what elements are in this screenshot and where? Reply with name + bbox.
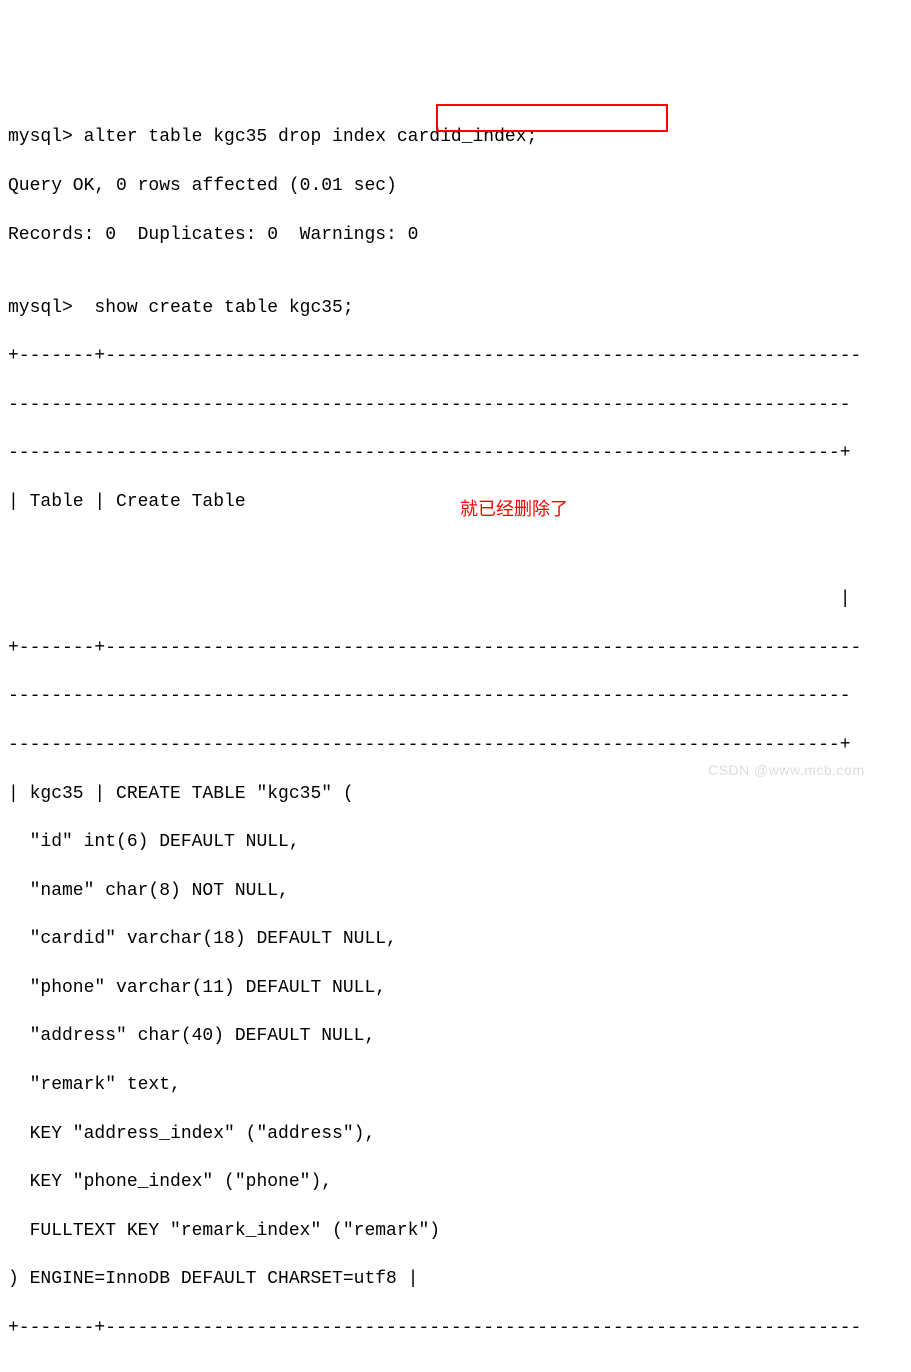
separator: ----------------------------------------…	[8, 393, 903, 417]
annotation-text: 就已经删除了	[460, 497, 568, 521]
create-table-line: ) ENGINE=InnoDB DEFAULT CHARSET=utf8 |	[8, 1267, 903, 1291]
separator: +-------+-------------------------------…	[8, 1316, 903, 1340]
create-table-line: "cardid" varchar(18) DEFAULT NULL,	[8, 927, 903, 951]
separator: ----------------------------------------…	[8, 733, 903, 757]
create-table-line: KEY "phone_index" ("phone"),	[8, 1170, 903, 1194]
separator: ----------------------------------------…	[8, 441, 903, 465]
create-table-line: KEY "address_index" ("address"),	[8, 1122, 903, 1146]
watermark-text: CSDN @www.mcb.com	[708, 761, 865, 780]
separator: ----------------------------------------…	[8, 684, 903, 708]
header-pipe: |	[8, 587, 903, 611]
prompt: mysql>	[8, 298, 73, 318]
create-table-line: | kgc35 | CREATE TABLE "kgc35" (	[8, 782, 903, 806]
create-table-line: "address" char(40) DEFAULT NULL,	[8, 1024, 903, 1048]
result-line: Query OK, 0 rows affected (0.01 sec)	[8, 174, 903, 198]
cmd2-text: show create table kgc35;	[73, 298, 354, 318]
cmd1-highlight: cardid_index;	[397, 127, 537, 147]
create-table-line: "phone" varchar(11) DEFAULT NULL,	[8, 976, 903, 1000]
separator: +-------+-------------------------------…	[8, 636, 903, 660]
cmd-line-2: mysql> show create table kgc35;	[8, 296, 903, 320]
create-table-line: "name" char(8) NOT NULL,	[8, 879, 903, 903]
table-header: | Table | Create Table	[8, 490, 903, 514]
prompt: mysql>	[8, 127, 73, 147]
cmd-line-1: mysql> alter table kgc35 drop index card…	[8, 125, 903, 149]
cmd1-pre: alter table kgc35 drop index	[73, 127, 397, 147]
terminal-output: mysql> alter table kgc35 drop index card…	[8, 101, 903, 1372]
create-table-line: "id" int(6) DEFAULT NULL,	[8, 830, 903, 854]
create-table-line: "remark" text,	[8, 1073, 903, 1097]
create-table-line: FULLTEXT KEY "remark_index" ("remark")	[8, 1219, 903, 1243]
separator: +-------+-------------------------------…	[8, 344, 903, 368]
result-line: Records: 0 Duplicates: 0 Warnings: 0	[8, 223, 903, 247]
